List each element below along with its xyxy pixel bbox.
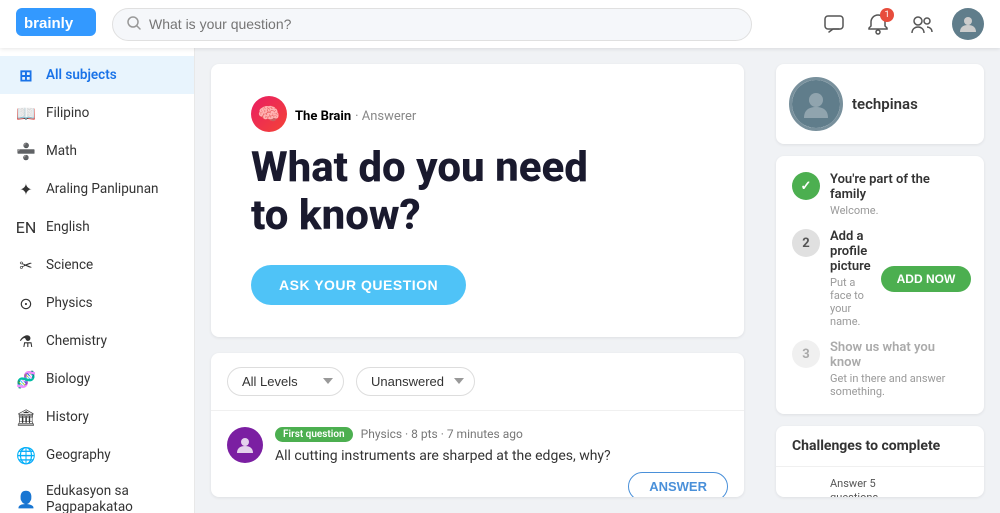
challenges-card: Challenges to complete 🏆 Answer 5 questi… [776, 426, 984, 497]
logo[interactable]: brainly [16, 8, 96, 40]
sidebar-item-math[interactable]: ➗ Math [0, 132, 194, 170]
sidebar-label-chemistry: Chemistry [46, 333, 107, 349]
hero-tag-label: The Brain · Answerer [295, 105, 416, 124]
step-3-content: Show us what you know Get in there and a… [830, 340, 968, 398]
search-bar [112, 8, 752, 41]
sidebar-icon-english: EN [16, 217, 36, 237]
step-3-subtitle: Get in there and answer something. [830, 372, 968, 398]
sidebar-item-chemistry[interactable]: ⚗ Chemistry [0, 322, 194, 360]
user-avatar[interactable] [952, 8, 984, 40]
search-input[interactable] [149, 16, 737, 32]
sidebar-label-geography: Geography [46, 447, 111, 463]
header-actions: 1 [820, 8, 984, 40]
main-layout: ⊞ All subjects 📖 Filipino ➗ Math ✦ Arali… [0, 48, 1000, 513]
question-text-0: All cutting instruments are sharped at t… [275, 448, 728, 464]
sidebar-label-history: History [46, 409, 89, 425]
challenges-title: Challenges to complete [776, 426, 984, 467]
notification-badge: 1 [880, 8, 894, 22]
ask-question-button[interactable]: ASK YOUR QUESTION [251, 265, 466, 305]
question-meta-0: First question Physics · 8 pts · 7 minut… [275, 427, 728, 442]
sidebar-item-geography[interactable]: 🌐 Geography [0, 436, 194, 474]
sidebar-label-all-subjects: All subjects [46, 67, 117, 83]
sidebar-icon-edukasyon: 👤 [16, 489, 36, 509]
sidebar-icon-biology: 🧬 [16, 369, 36, 389]
step-2-content: Add a profile picture Put a face to your… [830, 229, 871, 328]
sidebar-icon-araling-panlipunan: ✦ [16, 179, 36, 199]
search-icon [127, 15, 141, 34]
notification-icon[interactable]: 1 [864, 10, 892, 38]
profile-card: techpinas [776, 64, 984, 144]
svg-text:brainly: brainly [24, 15, 74, 32]
hero-tag: 🧠 The Brain · Answerer [251, 96, 611, 132]
brain-icon: 🧠 [251, 96, 287, 132]
sidebar-item-science[interactable]: ✂ Science [0, 246, 194, 284]
challenge-info-0: Answer 5 questions from any subject in 4… [830, 477, 900, 497]
sidebar: ⊞ All subjects 📖 Filipino ➗ Math ✦ Arali… [0, 48, 195, 513]
question-card-0: First question Physics · 8 pts · 7 minut… [211, 411, 744, 497]
question-list: First question Physics · 8 pts · 7 minut… [211, 411, 744, 497]
sidebar-item-english[interactable]: EN English [0, 208, 194, 246]
sidebar-icon-physics: ⊙ [16, 293, 36, 313]
community-icon[interactable] [908, 10, 936, 38]
sidebar-item-all-subjects[interactable]: ⊞ All subjects [0, 56, 194, 94]
challenge-text-0: Answer 5 questions from any subject in 4… [830, 477, 900, 497]
profile-username: techpinas [852, 95, 918, 113]
sidebar-label-english: English [46, 219, 90, 235]
status-filter[interactable]: UnansweredAnswered [356, 367, 475, 396]
hero-card: 🧠 The Brain · Answerer What do you need … [211, 64, 744, 337]
hero-left: 🧠 The Brain · Answerer What do you need … [251, 96, 611, 305]
sidebar-icon-all-subjects: ⊞ [16, 65, 36, 85]
step-2-title: Add a profile picture [830, 229, 871, 274]
hero-title: What do you need to know? [251, 144, 611, 241]
question-avatar-0 [227, 427, 263, 463]
sidebar-item-history[interactable]: 🏛 History [0, 398, 194, 436]
steps-card: ✓ You're part of the family Welcome. 2 A… [776, 156, 984, 414]
content-area: 🧠 The Brain · Answerer What do you need … [195, 48, 760, 513]
right-panel: techpinas ✓ You're part of the family We… [760, 48, 1000, 513]
challenge-item-0: 🏆 Answer 5 questions from any subject in… [776, 467, 984, 497]
feed-filters: All LevelsElementaryHigh SchoolCollege U… [211, 353, 744, 411]
question-badge-0: First question [275, 427, 353, 442]
question-info-0: Physics · 8 pts · 7 minutes ago [361, 427, 523, 441]
sidebar-item-physics[interactable]: ⊙ Physics [0, 284, 194, 322]
sidebar-item-araling-panlipunan[interactable]: ✦ Araling Panlipunan [0, 170, 194, 208]
sidebar-icon-history: 🏛 [16, 407, 36, 427]
sidebar-item-edukasyon[interactable]: 👤 Edukasyon sa Pagpapakatao [0, 474, 194, 513]
question-body-0: First question Physics · 8 pts · 7 minut… [275, 427, 728, 497]
sidebar-label-math: Math [46, 143, 77, 159]
feed-section: All LevelsElementaryHigh SchoolCollege U… [211, 353, 744, 497]
sidebar-icon-chemistry: ⚗ [16, 331, 36, 351]
step-2: 2 Add a profile picture Put a face to yo… [792, 229, 968, 328]
step-3-num: 3 [792, 340, 820, 368]
chat-icon[interactable] [820, 10, 848, 38]
sidebar-item-filipino[interactable]: 📖 Filipino [0, 94, 194, 132]
step-1-num: ✓ [792, 172, 820, 200]
answer-button-0[interactable]: ANSWER [628, 472, 728, 497]
header: brainly 1 [0, 0, 1000, 48]
sidebar-label-edukasyon: Edukasyon sa Pagpapakatao [46, 483, 178, 513]
step-3-title: Show us what you know [830, 340, 968, 370]
sidebar-label-science: Science [46, 257, 93, 273]
step-2-num: 2 [792, 229, 820, 257]
challenge-list: 🏆 Answer 5 questions from any subject in… [776, 467, 984, 497]
sidebar-label-araling-panlipunan: Araling Panlipunan [46, 181, 159, 197]
step-1: ✓ You're part of the family Welcome. [792, 172, 968, 217]
sidebar-item-biology[interactable]: 🧬 Biology [0, 360, 194, 398]
sidebar-label-physics: Physics [46, 295, 93, 311]
sidebar-icon-filipino: 📖 [16, 103, 36, 123]
step-1-subtitle: Welcome. [830, 204, 968, 217]
step-2-subtitle: Put a face to your name. [830, 276, 871, 328]
sidebar-label-biology: Biology [46, 371, 90, 387]
add-now-button[interactable]: ADD NOW [881, 266, 972, 292]
sidebar-label-filipino: Filipino [46, 105, 89, 121]
step-1-content: You're part of the family Welcome. [830, 172, 968, 217]
step-3: 3 Show us what you know Get in there and… [792, 340, 968, 398]
step-1-title: You're part of the family [830, 172, 968, 202]
sidebar-icon-science: ✂ [16, 255, 36, 275]
level-filter[interactable]: All LevelsElementaryHigh SchoolCollege [227, 367, 344, 396]
sidebar-icon-geography: 🌐 [16, 445, 36, 465]
sidebar-icon-math: ➗ [16, 141, 36, 161]
profile-avatar [792, 80, 840, 128]
profile-ring [789, 77, 843, 131]
